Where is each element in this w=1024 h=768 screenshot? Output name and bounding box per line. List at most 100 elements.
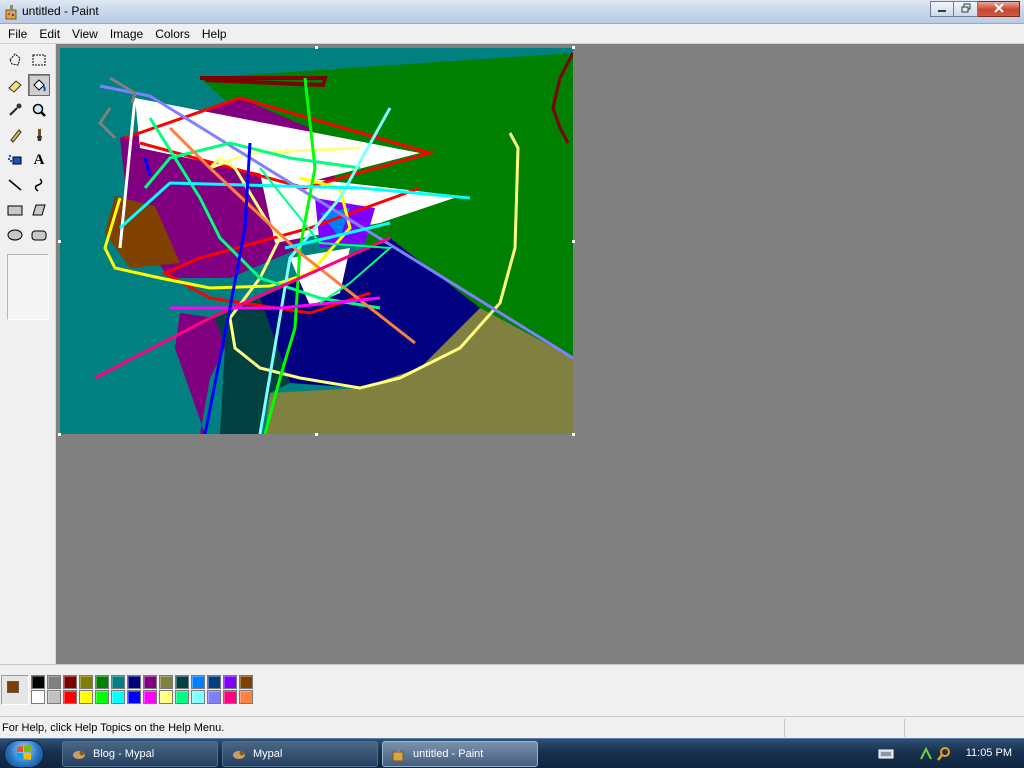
color-swatch[interactable] [79,675,93,689]
close-button[interactable] [978,1,1020,17]
text-icon: A [33,151,45,168]
pencil-tool[interactable] [4,124,26,146]
magnifier-tool[interactable] [28,99,50,121]
minimize-icon [937,2,947,16]
ellipse-tool[interactable] [4,224,26,246]
clock[interactable]: 11:05 PM [966,747,1012,759]
color-swatch[interactable] [95,675,109,689]
menu-file[interactable]: File [2,25,33,43]
drawing-canvas[interactable] [60,48,573,434]
color-swatch[interactable] [239,675,253,689]
taskbar-button-label: untitled - Paint [413,748,484,760]
menu-edit[interactable]: Edit [33,25,66,43]
color-swatch[interactable] [175,690,189,704]
color-swatch[interactable] [223,675,237,689]
network-icon[interactable] [918,746,934,762]
start-button[interactable] [4,740,44,768]
color-swatch[interactable] [95,690,109,704]
current-colors[interactable] [1,675,29,705]
status-help-text: For Help, click Help Topics on the Help … [2,722,225,734]
color-swatch[interactable] [207,690,221,704]
magnifier-icon [31,102,47,118]
minimize-button[interactable] [930,1,954,17]
eraser-tool[interactable] [4,74,26,96]
system-tray: 11:05 PM [874,739,1024,768]
menu-view[interactable]: View [66,25,104,43]
color-swatch[interactable] [191,690,205,704]
color-swatch[interactable] [47,675,61,689]
menu-image[interactable]: Image [104,25,149,43]
fill-bucket-tool[interactable] [28,74,50,96]
taskbar: Blog - Mypal Mypal untitled - Paint 11:0… [0,738,1024,768]
color-swatch[interactable] [63,675,77,689]
color-swatch[interactable] [175,675,189,689]
status-bar: For Help, click Help Topics on the Help … [0,716,1024,738]
color-swatch[interactable] [191,675,205,689]
color-swatch[interactable] [47,690,61,704]
pick-color-tool[interactable] [4,99,26,121]
restore-button[interactable] [954,1,978,17]
brush-tool[interactable] [28,124,50,146]
resize-handle-bottom[interactable] [315,433,318,436]
restore-icon [961,2,971,16]
ellipse-icon [7,227,23,243]
resize-handle-top[interactable] [315,46,318,49]
taskbar-button-label: Mypal [253,748,283,760]
resize-handle-left[interactable] [58,240,61,243]
eraser-icon [7,77,23,93]
foreground-color [7,681,19,693]
free-form-select-tool[interactable] [4,49,26,71]
resize-handle-bottom-left[interactable] [58,433,61,436]
color-swatch[interactable] [127,690,141,704]
taskbar-button-paint[interactable]: untitled - Paint [382,741,538,767]
mypal-icon [231,746,247,762]
polygon-tool[interactable] [28,199,50,221]
color-swatch[interactable] [223,690,237,704]
color-swatch[interactable] [207,675,221,689]
rounded-rectangle-icon [31,227,47,243]
color-swatch[interactable] [159,690,173,704]
color-swatch[interactable] [31,675,45,689]
taskbar-button-mypal[interactable]: Mypal [222,741,378,767]
keyboard-icon[interactable] [878,746,894,762]
toolbox: A [0,44,56,664]
menu-colors[interactable]: Colors [149,25,196,43]
window-title: untitled - Paint [22,4,99,18]
pencil-icon [7,127,23,143]
status-coordinates-pane [784,719,904,737]
curve-tool[interactable] [28,174,50,196]
resize-handle-bottom-right[interactable] [572,433,575,436]
brush-icon [31,127,47,143]
resize-handle-top-right[interactable] [572,46,575,49]
airbrush-icon [7,152,23,168]
status-size-pane [904,719,1024,737]
color-swatch[interactable] [127,675,141,689]
airbrush-tool[interactable] [4,149,26,171]
rectangle-select-tool[interactable] [28,49,50,71]
text-tool[interactable]: A [28,149,50,171]
rectangle-select-icon [31,52,47,68]
tool-options-box[interactable] [7,254,49,320]
polygon-icon [31,202,47,218]
color-swatch[interactable] [31,690,45,704]
color-swatch[interactable] [143,675,157,689]
search-icon[interactable] [936,746,952,762]
resize-handle-right[interactable] [572,240,575,243]
menu-bar: File Edit View Image Colors Help [0,24,1024,44]
rectangle-tool[interactable] [4,199,26,221]
color-swatch[interactable] [111,675,125,689]
line-tool[interactable] [4,174,26,196]
color-swatch[interactable] [63,690,77,704]
rounded-rectangle-tool[interactable] [28,224,50,246]
title-bar: untitled - Paint [0,0,1024,24]
color-swatch[interactable] [159,675,173,689]
color-swatch[interactable] [79,690,93,704]
windows-start-icon [15,744,33,765]
color-swatch[interactable] [111,690,125,704]
taskbar-button-blog-mypal[interactable]: Blog - Mypal [62,741,218,767]
fill-bucket-icon [31,77,47,93]
color-swatch[interactable] [143,690,157,704]
menu-help[interactable]: Help [196,25,233,43]
line-icon [7,177,23,193]
color-swatch[interactable] [239,690,253,704]
